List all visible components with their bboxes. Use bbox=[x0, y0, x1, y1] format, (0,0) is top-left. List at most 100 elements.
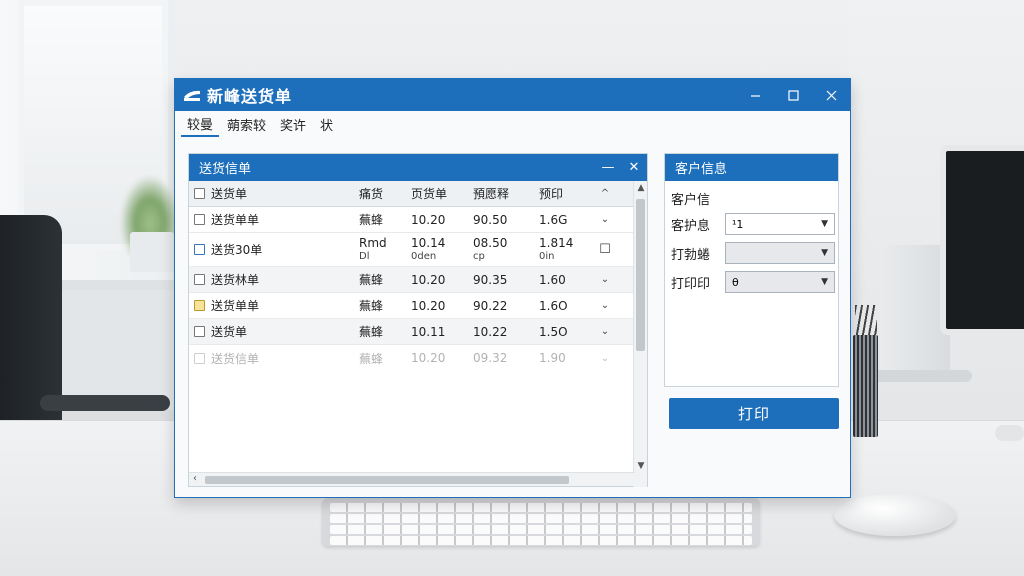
cell-c: 90.22 bbox=[473, 298, 508, 313]
cell-a: 蕪蜂 bbox=[359, 351, 384, 366]
chevron-down-icon: ▼ bbox=[821, 248, 828, 258]
column-header-name[interactable]: 送货单 bbox=[209, 185, 359, 202]
cell-b: 10.20 bbox=[411, 272, 446, 287]
cell-name: 送货单单 bbox=[211, 213, 260, 227]
cell-c-sub: cp bbox=[473, 250, 485, 262]
cell-name: 送货林单 bbox=[211, 273, 260, 287]
cell-a: 蕪蜂 bbox=[359, 213, 384, 227]
cell-b: 10.14 bbox=[411, 235, 446, 250]
print-button[interactable]: 打印 bbox=[669, 398, 839, 429]
maximize-window-button[interactable] bbox=[774, 79, 812, 111]
background-chair-arm bbox=[40, 395, 170, 411]
menu-item-2[interactable]: 奖许 bbox=[274, 113, 312, 136]
app-logo-icon bbox=[184, 90, 200, 101]
background-keyboard bbox=[322, 498, 760, 546]
minimize-window-button[interactable] bbox=[736, 79, 774, 111]
background-mouse bbox=[834, 494, 956, 536]
scroll-up-icon[interactable]: ▲ bbox=[634, 183, 648, 193]
row-expand-icon[interactable]: ⌄ bbox=[591, 274, 619, 285]
chevron-down-icon: ▼ bbox=[821, 219, 828, 229]
cell-b: 10.20 bbox=[411, 212, 446, 227]
vertical-scrollbar[interactable]: ▲ ▼ bbox=[633, 181, 647, 487]
cell-c: 08.50 bbox=[473, 235, 508, 250]
table-row[interactable]: 送货林单 蕪蜂 10.20 90.35 1.60 ⌄ bbox=[189, 267, 647, 293]
delivery-table: 送货单 痛货 页货单 預愿释 预印 ^ 送货单单 蕪蜂 10.20 90.50 … bbox=[189, 181, 647, 371]
row-checkbox[interactable] bbox=[193, 244, 205, 255]
cell-d: 1.90 bbox=[539, 351, 566, 365]
panel-minimize-button[interactable]: — bbox=[595, 154, 621, 181]
field-label: 打印印 bbox=[671, 276, 711, 292]
maximize-icon bbox=[787, 89, 799, 101]
window-title: 新峰送货单 bbox=[207, 87, 293, 106]
row-expand-icon[interactable]: ⌄ bbox=[591, 300, 619, 311]
cell-d-sub: 0in bbox=[539, 250, 555, 262]
cell-c: 10.22 bbox=[473, 324, 508, 339]
cell-b: 10.20 bbox=[411, 298, 446, 313]
form-row: 打勃蜷 ▼ bbox=[665, 240, 838, 266]
background-monitor bbox=[940, 145, 1024, 335]
cell-name: 送货30单 bbox=[211, 243, 263, 257]
table-row[interactable]: 送货30单 Rmd Dl 10.14 0den 08.50 cp 1.814 0in ☐ bbox=[189, 233, 647, 267]
menu-item-0[interactable]: 较曼 bbox=[181, 112, 220, 137]
form-row: 客护息 ¹1 ▼ bbox=[665, 211, 838, 237]
delivery-list-panel: 送货信单 — ✕ 送货单 痛货 页货单 預愿释 预印 ^ 送货单单 蕪蜂 10.… bbox=[188, 153, 648, 487]
cell-c: 09.32 bbox=[473, 351, 508, 365]
cell-d: 1.6G bbox=[539, 212, 568, 227]
cell-name: 送货信单 bbox=[211, 351, 260, 366]
close-window-button[interactable] bbox=[812, 79, 850, 111]
delivery-list-title: 送货信单 bbox=[199, 162, 252, 177]
table-row[interactable]: 送货信单 蕪蜂 10.20 09.32 1.90 ⌄ bbox=[189, 345, 647, 371]
horizontal-scroll-thumb[interactable] bbox=[205, 476, 569, 484]
customer-info-title: 客户信息 bbox=[675, 162, 728, 177]
background-plant-pot bbox=[130, 232, 174, 272]
table-header-row: 送货单 痛货 页货单 預愿释 预印 ^ bbox=[189, 181, 647, 207]
cell-name: 送货单单 bbox=[211, 299, 260, 313]
table-row[interactable]: 送货单单 蕪蜂 10.20 90.22 1.6O ⌄ bbox=[189, 293, 647, 319]
print-option-select[interactable]: ▼ bbox=[725, 242, 835, 264]
select-all-checkbox[interactable] bbox=[193, 188, 205, 199]
app-window: 新峰送货单 较曼 蒴索较 奖许 状 送货信单 — ✕ 送货单 痛货 页货单 預愿… bbox=[174, 78, 851, 498]
menu-item-3[interactable]: 状 bbox=[314, 113, 339, 136]
row-checkbox[interactable] bbox=[193, 214, 205, 225]
row-expand-icon[interactable]: ⌄ bbox=[591, 214, 619, 225]
row-checkbox[interactable] bbox=[193, 352, 205, 364]
row-checkbox[interactable] bbox=[193, 326, 205, 337]
scroll-left-icon[interactable]: ‹ bbox=[193, 473, 197, 484]
menu-item-1[interactable]: 蒴索较 bbox=[221, 113, 272, 136]
background-computer-base bbox=[872, 370, 972, 382]
cell-c: 90.50 bbox=[473, 212, 508, 227]
horizontal-scrollbar[interactable]: ‹ bbox=[189, 472, 635, 486]
row-checkbox-icon[interactable]: ☐ bbox=[591, 242, 619, 257]
table-row[interactable]: 送货单 蕪蜂 10.11 10.22 1.5O ⌄ bbox=[189, 319, 647, 345]
table-row[interactable]: 送货单单 蕪蜂 10.20 90.50 1.6G ⌄ bbox=[189, 207, 647, 233]
customer-select[interactable]: ¹1 ▼ bbox=[725, 213, 835, 235]
minimize-icon bbox=[750, 94, 760, 97]
cell-a: 蕪蜂 bbox=[359, 325, 384, 339]
cell-b-sub: 0den bbox=[411, 250, 437, 262]
column-header-d[interactable]: 预印 bbox=[539, 185, 591, 202]
printer-select[interactable]: θ ▼ bbox=[725, 271, 835, 293]
panel-close-button[interactable]: ✕ bbox=[621, 154, 647, 181]
cell-a: 蕪蜂 bbox=[359, 273, 384, 287]
cell-a: 蕪蜂 bbox=[359, 299, 384, 313]
sort-up-icon[interactable]: ^ bbox=[591, 188, 619, 199]
field-label: 客护息 bbox=[671, 218, 711, 234]
cell-d: 1.814 bbox=[539, 235, 574, 250]
cell-b: 10.11 bbox=[411, 324, 446, 339]
scroll-down-icon[interactable]: ▼ bbox=[634, 461, 648, 471]
column-header-b[interactable]: 页货单 bbox=[411, 185, 473, 202]
row-checkbox[interactable] bbox=[193, 274, 205, 285]
column-header-a[interactable]: 痛货 bbox=[359, 185, 411, 202]
title-bar[interactable]: 新峰送货单 bbox=[175, 79, 850, 111]
row-expand-icon[interactable]: ⌄ bbox=[591, 353, 619, 364]
cell-d: 1.5O bbox=[539, 324, 568, 339]
cell-b: 10.20 bbox=[411, 351, 446, 365]
cell-a: Rmd bbox=[359, 235, 387, 250]
select-value: θ bbox=[732, 275, 739, 289]
row-checkbox[interactable] bbox=[193, 300, 205, 311]
vertical-scroll-thumb[interactable] bbox=[636, 199, 645, 351]
row-expand-icon[interactable]: ⌄ bbox=[591, 326, 619, 337]
chevron-down-icon: ▼ bbox=[821, 277, 828, 287]
delivery-list-header: 送货信单 — ✕ bbox=[189, 154, 647, 181]
column-header-c[interactable]: 預愿释 bbox=[473, 185, 539, 202]
